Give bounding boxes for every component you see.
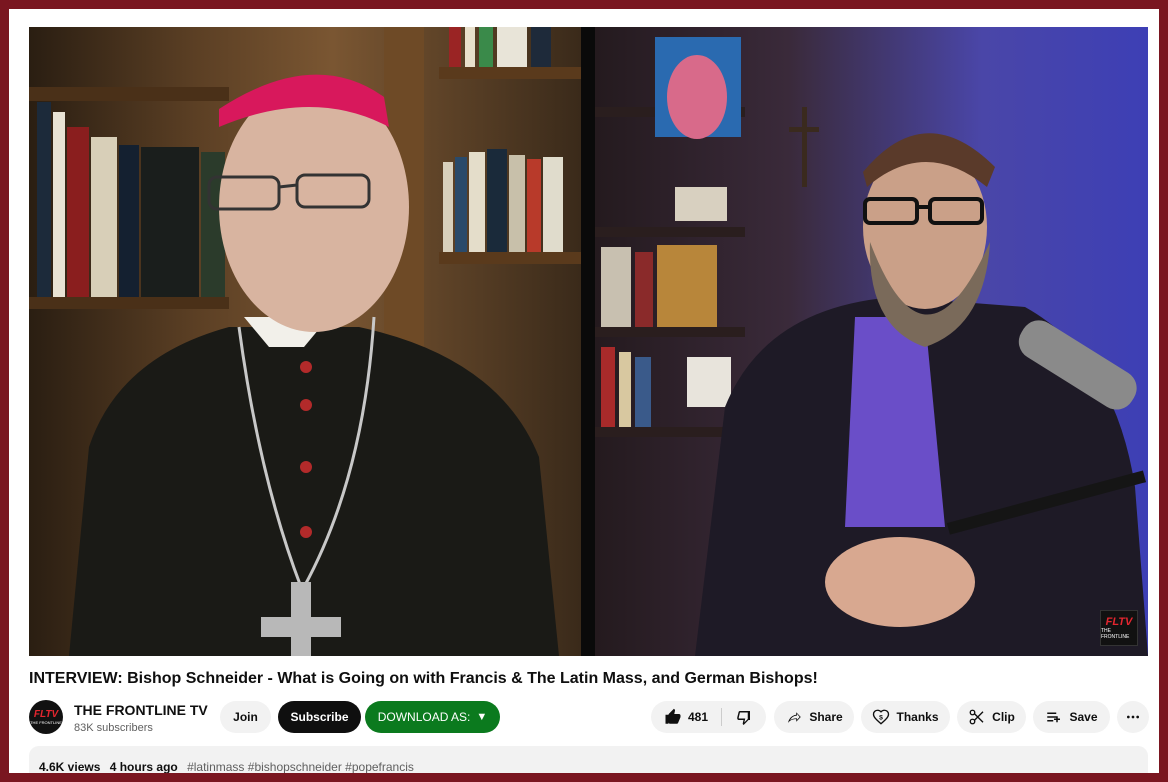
avatar-logo-text: FLTV xyxy=(33,708,59,720)
watermark-sub-text: THE FRONTLINE xyxy=(1101,627,1130,640)
download-label: DOWNLOAD AS: xyxy=(377,710,471,724)
share-arrow-icon xyxy=(785,708,803,726)
channel-name[interactable]: THE FRONTLINE TV xyxy=(74,702,208,718)
scissors-icon xyxy=(968,708,986,726)
thumb-down-icon xyxy=(735,708,753,726)
dropdown-arrow-icon: ▼ xyxy=(476,711,488,723)
subscriber-count: 83K subscribers xyxy=(74,722,153,734)
thanks-label: Thanks xyxy=(896,710,939,724)
description-box[interactable]: 4.6K views 4 hours ago #latinmass #bisho… xyxy=(29,746,1148,773)
save-label: Save xyxy=(1069,710,1098,724)
share-button[interactable]: Share xyxy=(774,701,854,733)
video-pane-left xyxy=(29,27,581,656)
share-label: Share xyxy=(809,710,843,724)
playlist-add-icon xyxy=(1045,708,1063,726)
clip-button[interactable]: Clip xyxy=(957,701,1026,733)
clip-label: Clip xyxy=(992,710,1015,724)
svg-text:$: $ xyxy=(880,714,884,721)
avatar-sub-text: THE FRONTLINE xyxy=(30,719,62,725)
description-meta: 4.6K views 4 hours ago #latinmass #bisho… xyxy=(39,760,414,773)
video-title: INTERVIEW: Bishop Schneider - What is Go… xyxy=(29,670,818,687)
save-button[interactable]: Save xyxy=(1033,701,1110,733)
thanks-button[interactable]: $ Thanks xyxy=(861,701,950,733)
more-horizontal-icon xyxy=(1125,709,1141,725)
more-actions-button[interactable] xyxy=(1117,701,1149,733)
page-frame: FLTV THE FRONTLINE INTERVIEW: Bishop Sch… xyxy=(9,9,1159,773)
subscribe-button[interactable]: Subscribe xyxy=(278,701,361,733)
download-button[interactable]: DOWNLOAD AS: ▼ xyxy=(365,701,500,733)
join-button[interactable]: Join xyxy=(220,701,271,733)
watermark-logo-text: FLTV xyxy=(1105,615,1133,628)
channel-avatar[interactable]: FLTV THE FRONTLINE xyxy=(29,700,63,734)
heart-dollar-icon: $ xyxy=(872,708,890,726)
like-button[interactable]: 481 xyxy=(651,701,721,733)
video-divider xyxy=(581,27,595,656)
video-player[interactable]: FLTV THE FRONTLINE xyxy=(29,27,1148,656)
like-dislike-group: 481 xyxy=(651,701,766,733)
thumb-up-icon xyxy=(664,708,682,726)
upload-time: 4 hours ago xyxy=(109,760,178,773)
dislike-button[interactable] xyxy=(722,701,766,733)
video-pane-right: FLTV THE FRONTLINE xyxy=(595,27,1148,656)
like-count: 481 xyxy=(687,710,709,724)
view-count: 4.6K views xyxy=(39,760,101,773)
hashtags[interactable]: #latinmass #bishopschneider #popefrancis xyxy=(187,760,414,773)
channel-watermark: FLTV THE FRONTLINE xyxy=(1100,610,1138,646)
